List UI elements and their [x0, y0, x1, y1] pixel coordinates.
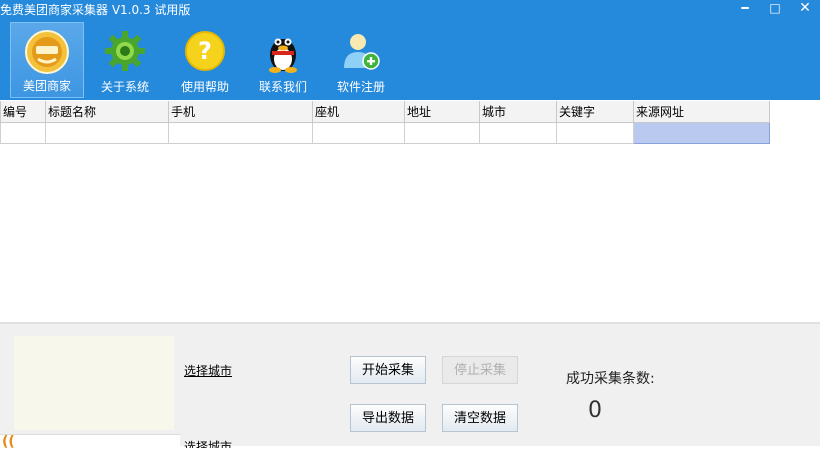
column-header-address[interactable]: 地址: [404, 101, 480, 123]
column-header-keyword[interactable]: 关键字: [556, 101, 634, 123]
qq-penguin-icon: [269, 38, 297, 73]
column-header-title[interactable]: 标题名称: [45, 101, 169, 123]
toolbar-help-button[interactable]: ? 使用帮助: [168, 22, 242, 98]
gear-icon: [105, 31, 145, 71]
results-table[interactable]: 编号 标题名称 手机 座机 地址 城市 关键字 来源网址: [0, 101, 770, 144]
toolbar-label: 软件注册: [336, 80, 385, 94]
meituan-logo-icon: [25, 30, 69, 74]
column-header-id[interactable]: 编号: [0, 101, 46, 123]
window-title: 免费美团商家采集器 V1.0.3 试用版: [0, 3, 191, 17]
select-city-link-secondary[interactable]: 选择城市: [184, 438, 232, 448]
toolbar-band: 免费美团商家采集器 V1.0.3 试用版 ━ □ ✕ 美团商家 关于系统 ? 使…: [0, 0, 820, 100]
table-row[interactable]: [0, 122, 770, 144]
table-cell[interactable]: [556, 122, 634, 144]
table-cell[interactable]: [45, 122, 169, 144]
table-cell-selected[interactable]: [633, 122, 770, 144]
stop-collect-button[interactable]: 停止采集: [442, 356, 518, 384]
toolbar-register-button[interactable]: 软件注册: [324, 22, 398, 98]
table-cell[interactable]: [168, 122, 313, 144]
close-button[interactable]: ✕: [792, 0, 818, 16]
toolbar-contact-button[interactable]: 联系我们: [246, 22, 320, 98]
maximize-button[interactable]: □: [762, 0, 788, 16]
table-cell[interactable]: [479, 122, 557, 144]
column-header-mobile[interactable]: 手机: [168, 101, 313, 123]
table-header-row: 编号 标题名称 手机 座机 地址 城市 关键字 来源网址: [0, 101, 770, 123]
clear-data-button[interactable]: 清空数据: [442, 404, 518, 432]
column-header-source-url[interactable]: 来源网址: [633, 101, 770, 123]
table-cell[interactable]: [312, 122, 405, 144]
toolbar-label: 关于系统: [100, 80, 149, 94]
toolbar-label: 美团商家: [22, 79, 71, 93]
user-register-icon: [344, 34, 380, 70]
column-header-city[interactable]: 城市: [479, 101, 557, 123]
export-data-button[interactable]: 导出数据: [350, 404, 426, 432]
column-header-landline[interactable]: 座机: [312, 101, 405, 123]
title-bar: 免费美团商家采集器 V1.0.3 试用版 ━ □ ✕: [0, 0, 820, 18]
svg-text:?: ?: [198, 37, 212, 65]
minimize-button[interactable]: ━: [732, 0, 758, 16]
table-cell[interactable]: [0, 122, 46, 144]
select-city-link[interactable]: 选择城市: [184, 362, 232, 379]
control-panel: (( 选择城市 选择城市 开始采集 停止采集 导出数据 清空数据 成功采集条数:…: [0, 322, 820, 450]
success-count-label: 成功采集条数:: [566, 371, 655, 387]
start-collect-button[interactable]: 开始采集: [350, 356, 426, 384]
city-preview-panel: [14, 336, 174, 430]
table-cell[interactable]: [404, 122, 480, 144]
toolbar-about-button[interactable]: 关于系统: [88, 22, 162, 98]
toolbar-label: 使用帮助: [180, 80, 229, 94]
brand-logo-icon: ((: [2, 434, 15, 450]
toolbar-meituan-button[interactable]: 美团商家: [10, 22, 84, 98]
success-count-value: 0: [588, 398, 602, 423]
help-icon: ?: [185, 31, 225, 71]
toolbar-label: 联系我们: [258, 80, 307, 94]
